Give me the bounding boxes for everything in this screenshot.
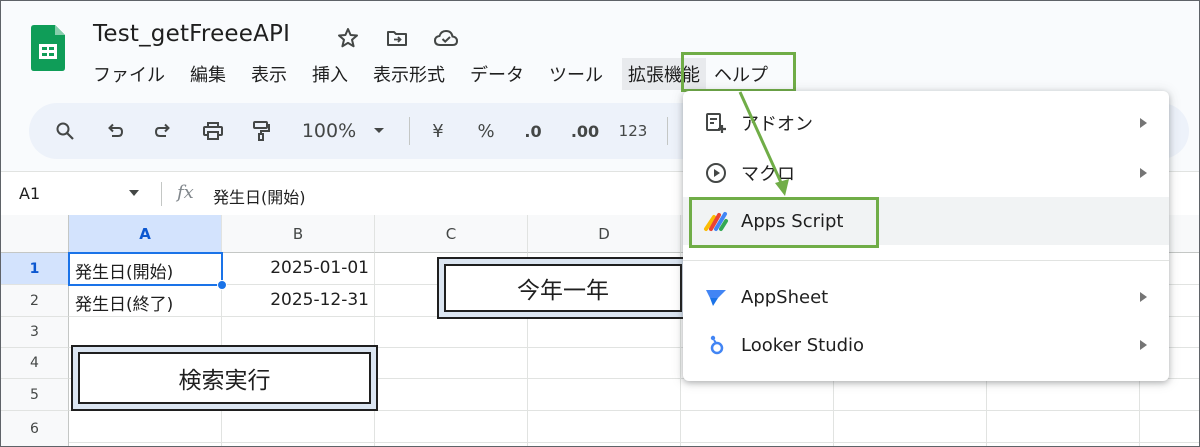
percent-format-button[interactable]: % bbox=[471, 103, 501, 159]
move-folder-icon[interactable] bbox=[384, 25, 410, 51]
menu-item-macros-label: マクロ bbox=[741, 164, 795, 185]
document-title[interactable]: Test_getFreeeAPI bbox=[93, 21, 290, 47]
row-header-4[interactable]: 4 bbox=[1, 348, 69, 379]
this-year-button[interactable]: 今年一年 bbox=[437, 257, 689, 319]
select-all-corner[interactable] bbox=[1, 215, 69, 253]
column-header-b[interactable]: B bbox=[222, 215, 375, 253]
menu-item-looker-studio-label: Looker Studio bbox=[741, 334, 865, 356]
appsheet-icon bbox=[703, 284, 729, 310]
menu-item-appsheet-label: AppSheet bbox=[741, 286, 829, 308]
looker-studio-icon bbox=[703, 332, 729, 358]
submenu-arrow-icon bbox=[1140, 168, 1147, 178]
sheets-logo-icon[interactable] bbox=[31, 25, 65, 71]
fx-icon: fx bbox=[177, 182, 194, 203]
zoom-select[interactable]: 100% bbox=[295, 103, 363, 159]
menu-insert[interactable]: 挿入 bbox=[312, 61, 359, 87]
row-header-5[interactable]: 5 bbox=[1, 379, 69, 411]
row-header-1[interactable]: 1 bbox=[1, 253, 69, 285]
search-run-button[interactable]: 検索実行 bbox=[71, 345, 378, 411]
menu-format[interactable]: 表示形式 bbox=[373, 61, 456, 87]
cell-b1[interactable]: 2025-01-01 bbox=[225, 258, 369, 278]
menu-edit[interactable]: 編集 bbox=[190, 61, 237, 87]
more-formats-button[interactable]: 123 bbox=[615, 103, 651, 159]
increase-decimal-button[interactable]: .00 bbox=[563, 103, 607, 159]
row-header-3[interactable]: 3 bbox=[1, 317, 69, 348]
menu-data[interactable]: データ bbox=[470, 61, 535, 87]
formula-bar-divider bbox=[161, 182, 162, 206]
extensions-highlight-box bbox=[681, 52, 796, 92]
fill-handle[interactable] bbox=[217, 280, 227, 290]
menu-item-addons[interactable]: アドオン bbox=[683, 99, 1169, 147]
menu-item-addons-label: アドオン bbox=[741, 114, 813, 135]
menu-tools[interactable]: ツール bbox=[549, 61, 614, 87]
menu-item-macros[interactable]: マクロ bbox=[683, 149, 1169, 197]
name-box-chevron-down-icon[interactable] bbox=[129, 190, 139, 196]
redo-icon[interactable] bbox=[143, 103, 183, 159]
column-header-d[interactable]: D bbox=[528, 215, 681, 253]
zoom-chevron-down-icon[interactable] bbox=[369, 103, 389, 159]
submenu-arrow-icon bbox=[1140, 340, 1147, 350]
formula-input[interactable]: 発生日(開始) bbox=[213, 184, 306, 208]
menu-view[interactable]: 表示 bbox=[251, 61, 298, 87]
row-header-6[interactable]: 6 bbox=[1, 411, 69, 446]
print-icon[interactable] bbox=[193, 103, 233, 159]
column-header-a[interactable]: A bbox=[69, 215, 222, 253]
submenu-arrow-icon bbox=[1140, 118, 1147, 128]
menu-item-appsheet[interactable]: AppSheet bbox=[683, 273, 1169, 321]
macro-play-icon bbox=[703, 160, 729, 186]
menu-item-looker-studio[interactable]: Looker Studio bbox=[683, 321, 1169, 369]
decrease-decimal-button[interactable]: .0 bbox=[513, 103, 553, 159]
toolbar-divider bbox=[667, 117, 668, 145]
search-run-button-label: 検索実行 bbox=[78, 352, 371, 404]
search-menus-icon[interactable] bbox=[45, 103, 85, 159]
name-box[interactable]: A1 bbox=[19, 184, 40, 203]
active-cell-outline bbox=[68, 252, 223, 286]
star-icon[interactable] bbox=[335, 25, 361, 51]
apps-script-highlight-box bbox=[689, 197, 879, 248]
currency-format-button[interactable]: ¥ bbox=[423, 103, 453, 159]
submenu-arrow-icon bbox=[1140, 292, 1147, 302]
paint-format-icon[interactable] bbox=[241, 103, 281, 159]
row-header-2[interactable]: 2 bbox=[1, 285, 69, 317]
row-divider bbox=[69, 442, 1199, 443]
cloud-saved-icon[interactable] bbox=[433, 25, 459, 51]
menu-file[interactable]: ファイル bbox=[93, 61, 176, 87]
column-header-c[interactable]: C bbox=[375, 215, 528, 253]
undo-icon[interactable] bbox=[95, 103, 135, 159]
this-year-button-label: 今年一年 bbox=[444, 264, 682, 312]
spreadsheet-window: Test_getFreeeAPI ファイル 編集 表示 挿入 表示形式 データ … bbox=[0, 0, 1200, 447]
menu-divider bbox=[683, 260, 1169, 261]
addon-icon bbox=[703, 110, 729, 136]
cell-a2[interactable]: 発生日(終了) bbox=[75, 290, 173, 315]
toolbar-divider bbox=[409, 117, 410, 145]
cell-b2[interactable]: 2025-12-31 bbox=[225, 290, 369, 310]
